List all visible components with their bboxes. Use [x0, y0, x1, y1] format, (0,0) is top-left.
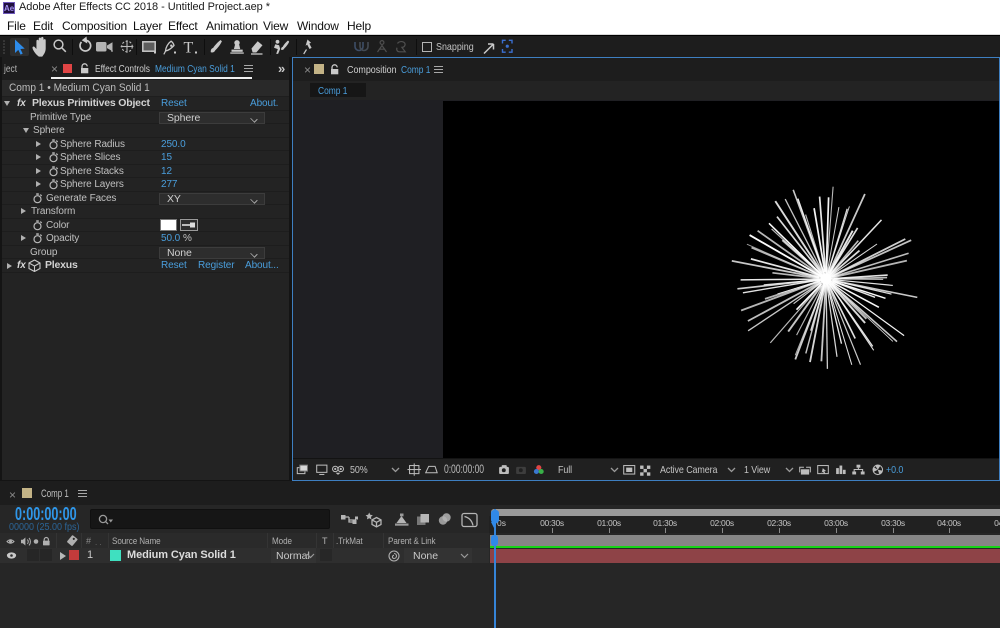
svg-text:T: T	[184, 40, 194, 57]
